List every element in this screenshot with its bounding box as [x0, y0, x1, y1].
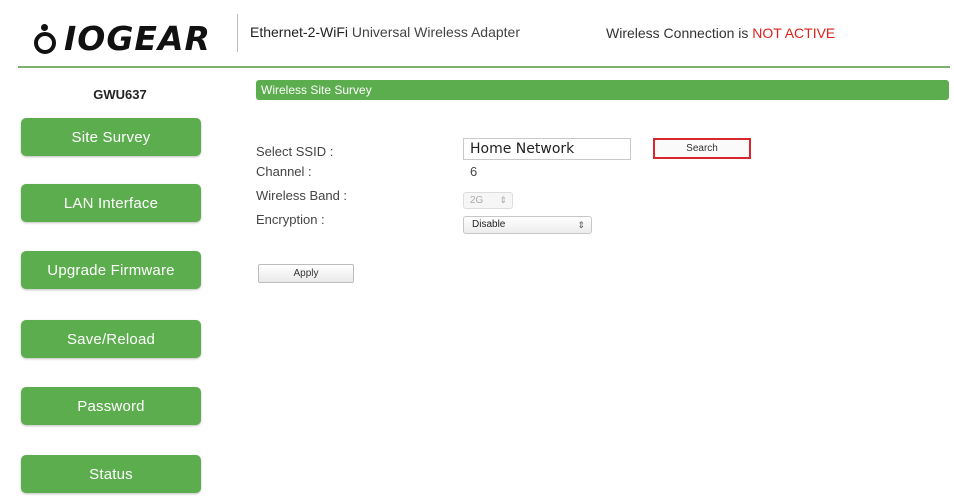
- brand-name: IOGEAR: [64, 19, 211, 58]
- channel-value: 6: [470, 164, 478, 179]
- wireless-band-label: Wireless Band :: [256, 188, 348, 203]
- nav-password-button[interactable]: Password: [21, 387, 201, 425]
- ssid-input[interactable]: [463, 138, 631, 160]
- header-divider: [237, 14, 238, 52]
- channel-label: Channel :: [256, 164, 312, 179]
- apply-button[interactable]: Apply: [258, 264, 354, 283]
- select-arrows-icon: ⇕: [499, 195, 507, 205]
- connection-status-value: NOT ACTIVE: [752, 25, 836, 41]
- section-title: Wireless Site Survey: [256, 80, 949, 100]
- iogear-logo: IOGEAR: [32, 10, 211, 58]
- wireless-band-select[interactable]: 2G ⇕: [463, 192, 513, 209]
- product-title: Ethernet-2-WiFi Universal Wireless Adapt…: [250, 24, 520, 40]
- encryption-label: Encryption :: [256, 212, 325, 227]
- header-rule: [18, 66, 950, 68]
- encryption-value: Disable: [472, 219, 506, 230]
- logo-mark-icon: [32, 24, 62, 54]
- nav-site-survey-button[interactable]: Site Survey: [21, 118, 201, 156]
- wireless-band-value: 2G: [470, 195, 484, 206]
- nav-status-button[interactable]: Status: [21, 455, 201, 493]
- nav-save-reload-button[interactable]: Save/Reload: [21, 320, 201, 358]
- model-name: GWU637: [93, 87, 147, 102]
- search-button[interactable]: Search: [653, 138, 751, 159]
- select-arrows-icon: ⇕: [577, 220, 585, 230]
- header: IOGEAR Ethernet-2-WiFi Universal Wireles…: [0, 0, 954, 64]
- encryption-select[interactable]: Disable ⇕: [463, 216, 592, 234]
- nav-upgrade-firmware-button[interactable]: Upgrade Firmware: [21, 251, 201, 289]
- connection-status: Wireless Connection is NOT ACTIVE: [606, 25, 836, 41]
- ssid-label: Select SSID :: [256, 144, 334, 159]
- nav-lan-interface-button[interactable]: LAN Interface: [21, 184, 201, 222]
